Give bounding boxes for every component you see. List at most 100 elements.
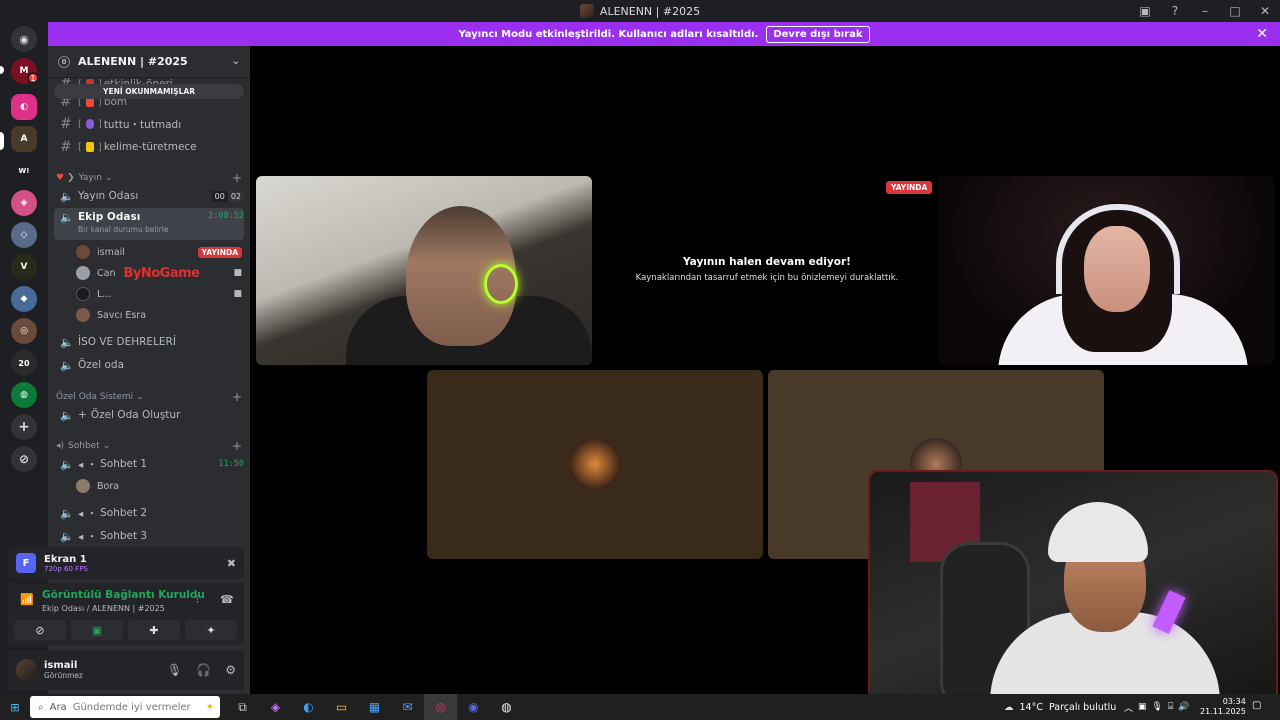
mail-icon[interactable]: ✉ bbox=[391, 694, 424, 720]
server-icon-alenenn[interactable]: A bbox=[11, 126, 37, 152]
disable-streamer-mode-button[interactable]: Devre dışı bırak bbox=[766, 25, 870, 43]
server-icon-v[interactable]: V bbox=[11, 254, 37, 280]
emoji-icon bbox=[85, 142, 94, 152]
voice-channel-yayin-odasi[interactable]: 🔈 Yayın Odası 00 02 bbox=[54, 186, 244, 206]
soundboard-button[interactable]: ✦ bbox=[185, 620, 237, 640]
copilot-sparkle-icon: ✦ bbox=[205, 701, 214, 713]
video-tile-avatar-1[interactable] bbox=[427, 370, 763, 559]
add-channel-icon[interactable]: + bbox=[232, 171, 242, 185]
voice-channel-sohbet-1[interactable]: 🔈 ◂ ・ Sohbet 1 11:50 bbox=[54, 454, 244, 474]
activities-button[interactable]: ✚ bbox=[128, 620, 180, 640]
camera-icon: ■ bbox=[233, 289, 242, 299]
channel-tuttu[interactable]: # [] tuttu・tutmadı bbox=[54, 114, 244, 134]
copilot-icon[interactable]: ◈ bbox=[259, 694, 292, 720]
avatar[interactable] bbox=[16, 659, 38, 681]
edge-icon[interactable]: ◐ bbox=[292, 694, 325, 720]
channel-name: Ekip Odası bbox=[78, 211, 141, 223]
disconnect-icon[interactable]: ☎ bbox=[220, 593, 234, 606]
headset-icon bbox=[1048, 502, 1148, 562]
bynogame-watermark: ByNoGame bbox=[123, 265, 200, 281]
speaker-icon: ◂ ・ bbox=[78, 458, 98, 471]
voice-user-l[interactable]: L... ■ bbox=[76, 284, 242, 304]
channel-status[interactable]: Bir kanal durumu belirle bbox=[78, 225, 244, 234]
server-icon-watch[interactable]: W! bbox=[11, 158, 37, 184]
volume-icon[interactable]: 🔊 bbox=[1178, 702, 1189, 712]
voice-channel-ozel-oda-olustur[interactable]: 🔈 + Özel Oda Oluştur bbox=[54, 405, 244, 425]
speaker-icon: 🔈 bbox=[60, 506, 74, 520]
category-ozel-oda-sistemi[interactable]: Özel Oda Sistemi ⌄ + bbox=[56, 390, 242, 404]
tray-app-icon[interactable]: ▣ bbox=[1138, 702, 1147, 712]
server-avatar-icon bbox=[579, 4, 594, 18]
task-view-icon[interactable]: ⧉ bbox=[226, 694, 259, 720]
obs-icon[interactable]: ◍ bbox=[490, 694, 523, 720]
add-channel-icon[interactable]: + bbox=[232, 390, 242, 404]
stop-share-icon[interactable]: ✖ bbox=[227, 557, 236, 570]
voice-user-can[interactable]: Can ByNoGame ■ bbox=[76, 263, 242, 283]
webcam-overlay bbox=[868, 470, 1278, 702]
file-explorer-icon[interactable]: ▭ bbox=[325, 694, 358, 720]
channel-name: Sohbet 2 bbox=[100, 507, 148, 519]
voice-channel-iso[interactable]: 🔈 İSO VE DEHRELERİ bbox=[54, 332, 244, 352]
connection-location[interactable]: Ekip Odası / ALENENN | #2025 bbox=[42, 604, 165, 613]
hash-icon: # bbox=[60, 139, 72, 155]
taskbar-search[interactable]: ⌕ Ara Gündemde iyi vermeler ✦ bbox=[30, 696, 220, 718]
app-active-icon[interactable]: ◎ bbox=[424, 694, 457, 720]
inbox-icon[interactable]: ▣ bbox=[1130, 0, 1160, 22]
channel-kelime[interactable]: # [] kelime-türetmece bbox=[54, 137, 244, 157]
settings-gear-icon[interactable]: ⚙ bbox=[225, 663, 236, 677]
headphones-icon[interactable]: 🎧 bbox=[196, 663, 211, 677]
microphone-icon[interactable]: 🎙 bbox=[167, 663, 182, 677]
banner-text: Yayıncı Modu etkinleştirildi. Kullanıcı … bbox=[458, 28, 759, 40]
screen-share-card[interactable]: F Ekran 1 720p 60 FPS ✖ bbox=[8, 547, 244, 579]
speaker-icon: 🔈 bbox=[60, 189, 74, 203]
add-channel-icon[interactable]: + bbox=[232, 439, 242, 453]
voice-channel-ekip-odasi[interactable]: 🔈 Ekip Odası 2:08:52 Bir kanal durumu be… bbox=[54, 208, 244, 240]
voice-user-savci-esra[interactable]: Savcı Esra bbox=[76, 305, 242, 325]
voice-user-ismail[interactable]: ismail YAYINDA bbox=[76, 242, 242, 262]
server-icon-9[interactable]: ◎ bbox=[11, 318, 37, 344]
banner-close-icon[interactable]: ✕ bbox=[1256, 26, 1268, 42]
windows-start-icon[interactable]: ⊞ bbox=[0, 694, 30, 720]
voice-user-bora[interactable]: Bora bbox=[76, 476, 242, 496]
server-icon-8[interactable]: ◆ bbox=[11, 286, 37, 312]
help-icon[interactable]: ? bbox=[1160, 0, 1190, 22]
screen-share-button[interactable]: ▣ bbox=[71, 620, 123, 640]
discord-taskbar-icon[interactable]: ◉ bbox=[457, 694, 490, 720]
video-tile-camera-1[interactable] bbox=[256, 176, 592, 365]
user-name[interactable]: ismail bbox=[44, 660, 83, 671]
paused-stream-tile[interactable] bbox=[597, 176, 937, 365]
microphone-icon[interactable]: 🎙 bbox=[1152, 702, 1163, 712]
clock[interactable]: 03:34 21.11.2025 bbox=[1200, 697, 1246, 717]
notifications-icon[interactable]: ▢ bbox=[1252, 700, 1261, 711]
server-header[interactable]: 0 ALENENN | #2025 ⌄ bbox=[48, 46, 250, 78]
minimize-icon[interactable]: – bbox=[1190, 0, 1220, 22]
channel-name: Özel Oda Oluştur bbox=[90, 409, 181, 421]
server-icon-anime[interactable]: ◈ bbox=[11, 190, 37, 216]
store-icon[interactable]: ▦ bbox=[358, 694, 391, 720]
weather-widget[interactable]: ☁ 14°C Parçalı bulutlu bbox=[1004, 694, 1116, 720]
server-icon-6[interactable]: ◇ bbox=[11, 222, 37, 248]
discord-home-icon[interactable]: ◉ bbox=[11, 26, 37, 52]
channel-name: Sohbet 1 bbox=[100, 458, 148, 470]
close-icon[interactable]: ✕ bbox=[1250, 0, 1280, 22]
network-icon[interactable]: ⌸ bbox=[1168, 702, 1173, 712]
video-tile-camera-2[interactable] bbox=[938, 176, 1274, 365]
category-sohbet[interactable]: ◂) Sohbet ⌄ + bbox=[56, 439, 242, 453]
voice-channel-sohbet-2[interactable]: 🔈 ◂ ・ Sohbet 2 bbox=[54, 503, 244, 523]
noise-suppression-icon[interactable]: ⫶ bbox=[196, 593, 199, 607]
server-icon-11[interactable]: ◍ bbox=[11, 382, 37, 408]
voice-channel-sohbet-3[interactable]: 🔈 ◂ ・ Sohbet 3 bbox=[54, 526, 244, 546]
speaker-icon: 🔈 bbox=[60, 408, 74, 422]
camera-off-button[interactable]: ⊘ bbox=[14, 620, 66, 640]
voice-channel-ozel-oda[interactable]: 🔈 Özel oda bbox=[54, 355, 244, 375]
server-icon-pink[interactable]: ◐ bbox=[11, 94, 37, 120]
maximize-icon[interactable]: □ bbox=[1220, 0, 1250, 22]
new-unreads-pill[interactable]: YENİ OKUNMAMIŞLAR bbox=[54, 84, 244, 99]
server-icon-20[interactable]: 20 bbox=[11, 350, 37, 376]
chevron-up-icon[interactable]: ︿ bbox=[1124, 701, 1133, 714]
add-server-icon[interactable]: + bbox=[11, 414, 37, 440]
signal-icon[interactable]: 📶 bbox=[20, 593, 34, 606]
category-yayin[interactable]: ♥ ❯ Yayın ⌄ + bbox=[56, 171, 242, 185]
connection-status: Görüntülü Bağlantı Kuruldu bbox=[42, 589, 205, 601]
explore-icon[interactable]: ⊘ bbox=[11, 446, 37, 472]
